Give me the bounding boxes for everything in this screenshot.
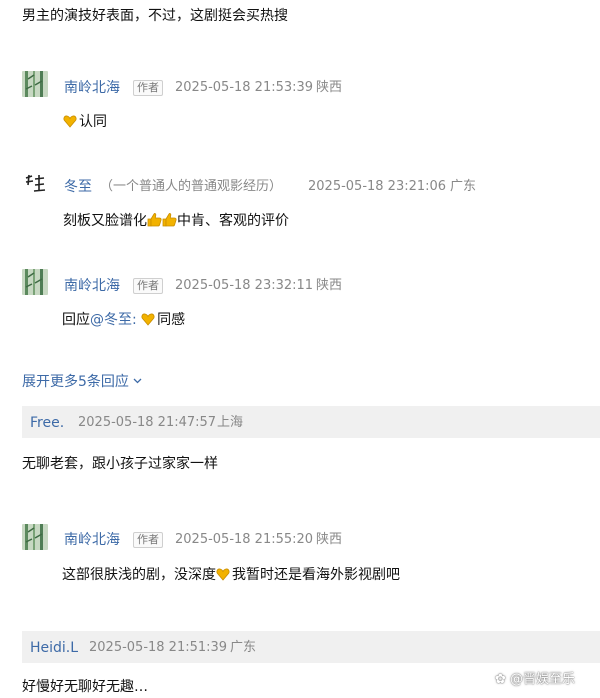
comment-location: 广东 bbox=[230, 640, 257, 655]
expand-more-replies-button[interactable]: 展开更多5条回应 bbox=[22, 371, 142, 392]
reply-author-name[interactable]: 冬至 bbox=[64, 178, 92, 196]
author-badge: 作者 bbox=[133, 80, 163, 96]
reply-timestamp: 2025-05-18 23:32:11 bbox=[175, 278, 314, 293]
reply-timestamp: 2025-05-18 21:53:39 bbox=[175, 80, 314, 95]
reply-content-text: 中肯、客观的评价 bbox=[177, 213, 289, 229]
reply-content-text: 这部很肤浅的剧，没深度 bbox=[62, 567, 216, 583]
author-badge: 作者 bbox=[133, 278, 163, 294]
comment-text: 男主的演技好表面，不过，这剧挺会买热搜 bbox=[22, 8, 288, 24]
bamboo-avatar-icon[interactable] bbox=[22, 71, 48, 97]
reply-content: 刻板又脸谱化 中肯、客观的评价 bbox=[63, 211, 289, 231]
chevron-down-icon bbox=[133, 371, 142, 384]
bamboo-avatar-icon[interactable] bbox=[22, 524, 48, 550]
reply-content: 回应@冬至: 同感 bbox=[62, 310, 185, 330]
reply-location: 广东 bbox=[450, 179, 477, 194]
reply-prefix: 回应 bbox=[62, 312, 90, 328]
comment-author-name[interactable]: Free. bbox=[30, 414, 64, 432]
reply-author-name[interactable]: 南岭北海 bbox=[64, 277, 120, 295]
reply-location: 陕西 bbox=[316, 80, 343, 95]
watermark: ✿ @晋娱至乐 bbox=[495, 668, 575, 687]
expand-more-label: 展开更多5条回应 bbox=[22, 374, 129, 390]
comment-text: 好慢好无聊好无趣… bbox=[22, 679, 148, 695]
author-badge: 作者 bbox=[133, 532, 163, 548]
reply-timestamp: 2025-05-18 23:21:06 bbox=[308, 179, 447, 194]
comment-location: 上海 bbox=[217, 415, 244, 430]
reply-content-text: 刻板又脸谱化 bbox=[63, 213, 147, 229]
reply-content-text: 同感 bbox=[157, 312, 186, 328]
reply-author-name[interactable]: 南岭北海 bbox=[64, 79, 120, 97]
reply-content-text: 认同 bbox=[79, 114, 107, 130]
thumbs-up-emoji-icon bbox=[147, 212, 162, 227]
reply-content: 这部很肤浅的剧，没深度 我暂时还是看海外影视剧吧 bbox=[62, 565, 400, 585]
reply-location: 陕西 bbox=[316, 532, 343, 547]
reply-content: 认同 bbox=[63, 112, 107, 132]
comment-author-name[interactable]: Heidi.L bbox=[30, 639, 78, 657]
reply-timestamp: 2025-05-18 21:55:20 bbox=[175, 532, 314, 547]
author-note: （一个普通人的普通观影经历） bbox=[100, 179, 283, 194]
watermark-text: @晋娱至乐 bbox=[510, 672, 576, 687]
heart-hands-emoji-icon bbox=[216, 567, 230, 581]
reply-author-name[interactable]: 南岭北海 bbox=[64, 531, 120, 549]
reply-content-text: 我暂时还是看海外影视剧吧 bbox=[232, 567, 400, 583]
thumbs-up-emoji-icon bbox=[162, 212, 177, 227]
comment-timestamp: 2025-05-18 21:47:57 bbox=[78, 415, 217, 430]
paw-icon: ✿ bbox=[495, 672, 506, 687]
comment-text: 无聊老套，跟小孩子过家家一样 bbox=[22, 456, 218, 472]
ink-character-avatar-icon[interactable] bbox=[22, 171, 48, 197]
reply-location: 陕西 bbox=[316, 278, 343, 293]
bamboo-avatar-icon[interactable] bbox=[22, 269, 48, 295]
heart-hands-emoji-icon bbox=[141, 312, 155, 326]
heart-hands-emoji-icon bbox=[63, 114, 77, 128]
comment-timestamp: 2025-05-18 21:51:39 bbox=[89, 640, 228, 655]
mention-link[interactable]: @冬至: bbox=[90, 312, 137, 328]
